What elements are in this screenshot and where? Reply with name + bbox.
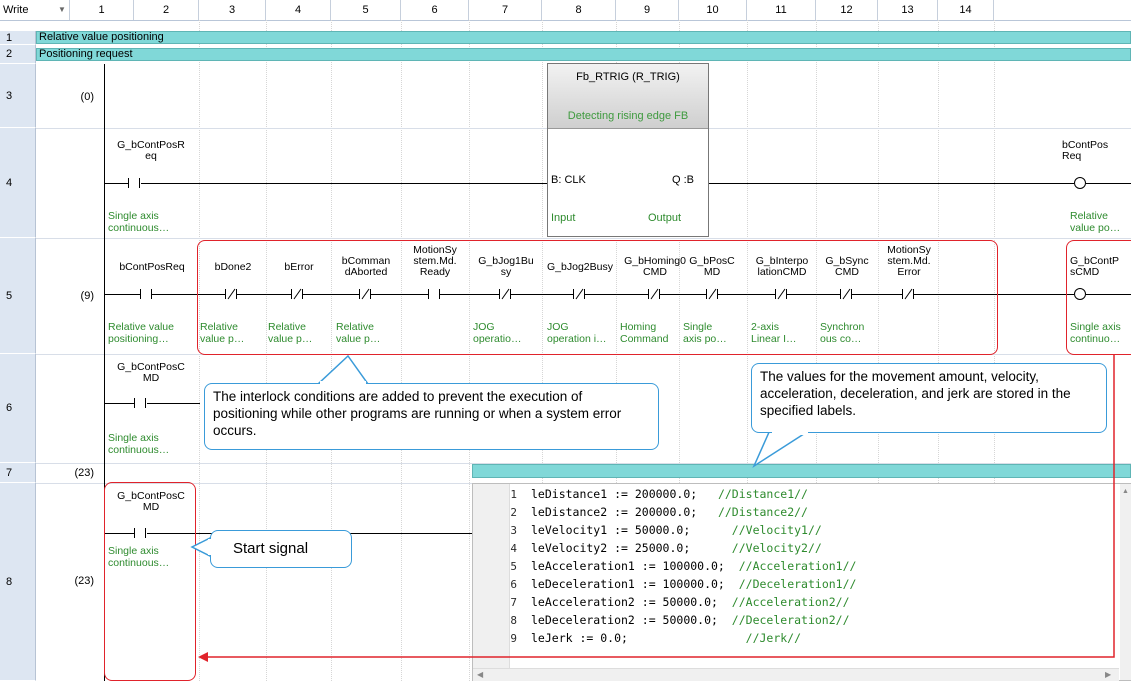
callout-joiner	[208, 539, 213, 555]
callout-pointer	[190, 535, 213, 559]
start-signal-callout: Start signal	[210, 530, 352, 568]
